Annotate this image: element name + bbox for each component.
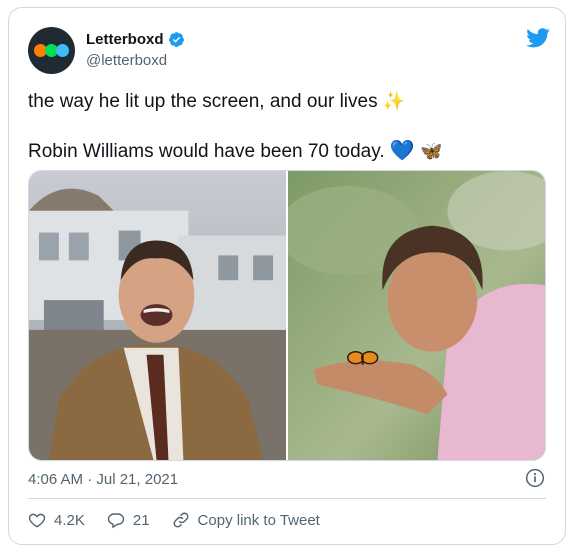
link-icon (173, 512, 189, 528)
reply-count: 21 (132, 511, 150, 529)
tweet-timestamp[interactable]: 4:06 AM · Jul 21, 2021 (28, 471, 178, 488)
author-handle[interactable]: @letterboxd (86, 52, 167, 69)
tweet-text-line-1: the way he lit up the screen, and our li… (28, 90, 548, 114)
tweet-text: the way he lit up the screen, and our li… (28, 90, 548, 164)
divider (28, 498, 546, 499)
like-button[interactable]: 4.2K (28, 511, 85, 529)
butterfly-icon: 🦋 (420, 141, 443, 162)
photo-butterfly-in-hand[interactable] (288, 171, 545, 460)
copy-link-label: Copy link to Tweet (197, 511, 320, 529)
reply-button[interactable]: 21 (107, 511, 150, 529)
tweet-text-line-2: Robin Williams would have been 70 today.… (28, 138, 548, 164)
author-name-row[interactable]: Letterboxd (86, 31, 185, 48)
avatar[interactable] (28, 27, 75, 74)
photo-laughing-in-coat[interactable] (29, 171, 286, 460)
author-display-name[interactable]: Letterboxd (86, 31, 164, 48)
info-icon[interactable] (525, 468, 545, 488)
tweet-text-line-1-words: the way he lit up the screen, and our li… (28, 91, 378, 112)
verified-badge-icon (168, 32, 184, 47)
like-count: 4.2K (54, 511, 85, 529)
tweet-media (28, 170, 546, 461)
heart-icon (28, 513, 46, 528)
blue-heart-icon: 💙 (389, 138, 415, 162)
twitter-bird-icon[interactable] (526, 28, 550, 48)
tweet-text-line-2-words: Robin Williams would have been 70 today. (28, 141, 385, 162)
reply-icon (107, 513, 125, 529)
tweet-card[interactable]: Letterboxd @letterboxd the way he lit up… (8, 7, 566, 545)
tweet-actions: 4.2K 21 Copy link to Tweet (28, 511, 320, 529)
copy-link-button[interactable]: Copy link to Tweet (172, 511, 320, 529)
sparkles-icon: ✨ (382, 91, 406, 112)
avatar-blue-dot (56, 44, 69, 57)
